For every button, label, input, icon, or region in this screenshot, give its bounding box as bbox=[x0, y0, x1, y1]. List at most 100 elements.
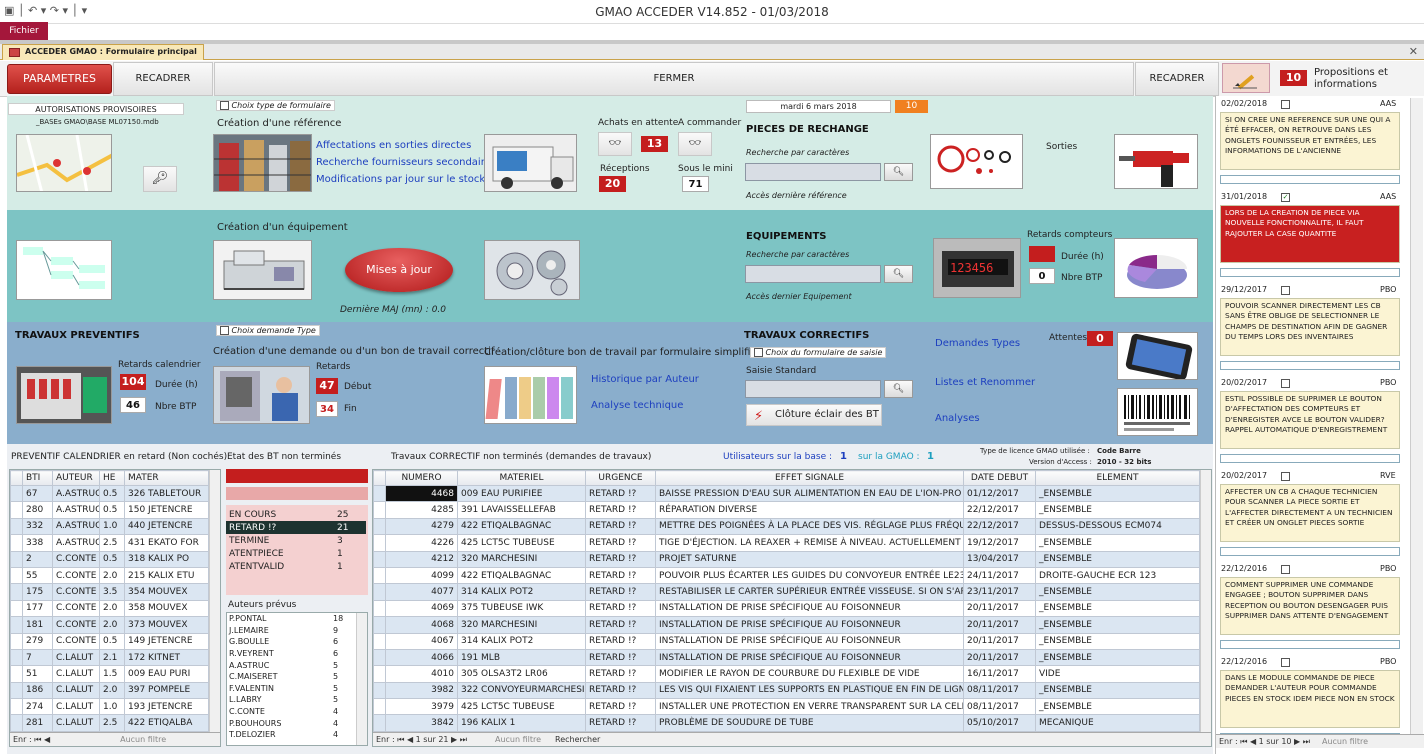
link-affectations[interactable]: Affectations en sorties directes bbox=[316, 140, 471, 151]
barcode-image[interactable] bbox=[1117, 388, 1198, 436]
table-row[interactable]: 67 A.ASTRUC 0.5 326 TABLETOUR bbox=[10, 484, 209, 503]
electrical-panel-image[interactable] bbox=[16, 366, 112, 424]
row-selector[interactable] bbox=[10, 714, 23, 732]
note-checkbox[interactable] bbox=[1281, 472, 1290, 481]
equip-access-label[interactable]: Accès dernier Equipement bbox=[746, 292, 852, 301]
parametres-button[interactable]: PARAMETRES bbox=[7, 64, 112, 94]
machine-image[interactable] bbox=[213, 240, 312, 300]
column-header[interactable]: AUTEUR bbox=[52, 470, 100, 486]
status-row[interactable]: ATENTVALID 1 bbox=[226, 560, 366, 573]
table-row[interactable]: 2 C.CONTE 0.5 318 KALIX PO bbox=[10, 550, 209, 568]
note-field[interactable] bbox=[1220, 361, 1400, 370]
pie-chart-image[interactable] bbox=[1114, 238, 1198, 298]
table-row[interactable]: 4067 314 KALIX POT2 RETARD !? INSTALLATION … bbox=[373, 632, 1200, 650]
status-row[interactable]: TERMINE 3 bbox=[226, 534, 366, 547]
note-checkbox[interactable] bbox=[1281, 286, 1290, 295]
row-selector[interactable] bbox=[373, 616, 386, 634]
commander-button[interactable]: 👓︎ bbox=[678, 132, 712, 156]
row-selector[interactable] bbox=[10, 501, 23, 519]
recadrer-button-right[interactable]: RECADRER bbox=[1135, 62, 1219, 96]
list-item[interactable]: R.VEYRENT 6 bbox=[227, 648, 355, 660]
row-selector[interactable] bbox=[373, 665, 386, 683]
row-selector[interactable] bbox=[373, 484, 386, 503]
table-row[interactable]: 4077 314 KALIX POT2 RETARD !? RESTABILISER … bbox=[373, 583, 1200, 601]
row-selector[interactable] bbox=[10, 583, 23, 601]
row-selector[interactable] bbox=[10, 550, 23, 568]
filter-indicator[interactable]: Aucun filtre bbox=[120, 735, 166, 744]
table-row[interactable]: 186 C.LALUT 2.0 397 POMPELE bbox=[10, 681, 209, 700]
note-text[interactable]: LORS DE LA CREATION DE PIECE VIA NOUVELL… bbox=[1220, 205, 1400, 263]
column-header[interactable]: HE bbox=[99, 470, 125, 486]
fermer-button[interactable]: FERMER bbox=[214, 62, 1134, 96]
filter-indicator[interactable]: Aucun filtre bbox=[1322, 737, 1368, 746]
list-item[interactable]: C.MAISERET 5 bbox=[227, 671, 355, 683]
row-selector[interactable] bbox=[373, 599, 386, 618]
analyses-link[interactable]: Analyses bbox=[935, 413, 980, 424]
row-selector[interactable] bbox=[373, 698, 386, 716]
mises-a-jour-button[interactable]: Mises à jour bbox=[345, 248, 453, 292]
note-field[interactable] bbox=[1220, 268, 1400, 277]
orings-image[interactable] bbox=[930, 134, 1023, 189]
note-text[interactable]: SI ON CREE UNE REFERENCE SUR UNE QUI A É… bbox=[1220, 112, 1400, 170]
status-row[interactable]: ATENTPIECE 1 bbox=[226, 547, 366, 560]
table-row[interactable]: 55 C.CONTE 2.0 215 KALIX ETU bbox=[10, 566, 209, 585]
row-selector[interactable] bbox=[10, 616, 23, 634]
checkbox[interactable] bbox=[220, 101, 229, 110]
preventif-scrollbar[interactable] bbox=[209, 470, 220, 734]
column-header[interactable]: DATE DEBUT bbox=[963, 470, 1036, 486]
equip-search-input[interactable] bbox=[745, 265, 881, 283]
correctif-navbar[interactable]: Enr : ⏮ ◀ 1 sur 21 ▶ ⏭ Aucun filtre Recher… bbox=[373, 732, 1211, 746]
list-item[interactable]: P.PONTAL 18 bbox=[227, 613, 355, 625]
map-image[interactable] bbox=[16, 134, 112, 192]
table-row[interactable]: 4279 422 ETIQALBAGNAC RETARD !? METTRE DES … bbox=[373, 517, 1200, 536]
table-row[interactable]: 181 C.CONTE 2.0 373 MOUVEX bbox=[10, 616, 209, 634]
table-row[interactable]: 4212 320 MARCHESINI RETARD !? PROJET SATURN… bbox=[373, 550, 1200, 568]
list-item[interactable]: T.DELOZIER 4 bbox=[227, 729, 355, 741]
table-row[interactable]: 281 C.LALUT 2.5 422 ETIQALBA bbox=[10, 714, 209, 732]
note-checkbox[interactable] bbox=[1281, 658, 1290, 667]
link-modifications-stock[interactable]: Modifications par jour sur le stock bbox=[316, 174, 485, 185]
achats-button[interactable]: 👓︎ bbox=[598, 132, 632, 156]
status-row[interactable]: EN COURS 25 bbox=[226, 508, 366, 521]
notes-navbar[interactable]: Enr : ⏮ ◀ 1 sur 10 ▶ ⏭ Aucun filtre bbox=[1216, 734, 1424, 748]
saisie-search-button[interactable]: 🔍︎ bbox=[884, 380, 913, 398]
table-row[interactable]: 4010 305 OLSA3T2 LR06 RETARD !? MODIFIER LE… bbox=[373, 665, 1200, 683]
table-row[interactable]: 4068 320 MARCHESINI RETARD !? INSTALLATION … bbox=[373, 616, 1200, 634]
table-row[interactable]: 332 A.ASTRUC 1.0 440 JETENCRE bbox=[10, 517, 209, 536]
rechercher-field[interactable]: Rechercher bbox=[555, 735, 600, 744]
row-selector[interactable] bbox=[373, 550, 386, 568]
choix-type-formulaire[interactable]: Choix type de formulaire bbox=[216, 100, 335, 111]
row-selector[interactable] bbox=[10, 484, 23, 503]
pieces-access-label[interactable]: Accès dernière référence bbox=[746, 191, 847, 200]
row-selector[interactable] bbox=[373, 681, 386, 700]
row-selector[interactable] bbox=[10, 665, 23, 683]
row-selector[interactable] bbox=[10, 681, 23, 700]
note-text[interactable]: DANS LE MODULE COMMANDE DE PIECE DEMANDE… bbox=[1220, 670, 1400, 728]
table-row[interactable]: 4468 009 EAU PURIFIEE RETARD !? BAISSE PRES… bbox=[373, 484, 1200, 503]
equip-search-button[interactable]: 🔍︎ bbox=[884, 265, 913, 283]
choix-formulaire-saisie[interactable]: Choix du formulaire de saisie bbox=[750, 347, 887, 358]
table-row[interactable]: 51 C.LALUT 1.5 009 EAU PURI bbox=[10, 665, 209, 683]
pieces-search-button[interactable]: 🔍︎ bbox=[884, 163, 913, 181]
table-row[interactable]: 280 A.ASTRUC 0.5 150 JETENCRE bbox=[10, 501, 209, 519]
note-field[interactable] bbox=[1220, 640, 1400, 649]
table-row[interactable]: 3842 196 KALIX 1 RETARD !? PROBLÈME DE SOUD… bbox=[373, 714, 1200, 732]
table-row[interactable]: 4066 191 MLB RETARD !? INSTALLATION DE PRIS… bbox=[373, 648, 1200, 667]
table-row[interactable]: 3979 425 LCT5C TUBEUSE RETARD !? INSTALLER … bbox=[373, 698, 1200, 716]
note-text[interactable]: COMMENT SUPPRIMER UNE COMMANDE ENGAGEE ;… bbox=[1220, 577, 1400, 635]
column-header[interactable]: NUMERO bbox=[385, 470, 458, 486]
correctif-scrollbar[interactable] bbox=[1200, 470, 1211, 734]
close-icon[interactable]: ✕ bbox=[1409, 45, 1418, 58]
table-row[interactable]: 7 C.LALUT 2.1 172 KITNET bbox=[10, 648, 209, 667]
note-checkbox[interactable] bbox=[1281, 100, 1290, 109]
row-selector[interactable] bbox=[373, 534, 386, 552]
recadrer-button-left[interactable]: RECADRER bbox=[113, 62, 213, 96]
checkbox[interactable] bbox=[220, 326, 229, 335]
notes-scrollbar[interactable] bbox=[1410, 98, 1423, 734]
column-header[interactable]: EFFET SIGNALE bbox=[655, 470, 964, 486]
checkbox[interactable] bbox=[754, 348, 763, 357]
row-selector[interactable] bbox=[373, 632, 386, 650]
autorisations-label[interactable]: AUTORISATIONS PROVISOIRES bbox=[8, 103, 184, 115]
help-key-button[interactable]: 🔑︎ bbox=[143, 166, 177, 192]
analyse-technique-link[interactable]: Analyse technique bbox=[591, 400, 683, 411]
